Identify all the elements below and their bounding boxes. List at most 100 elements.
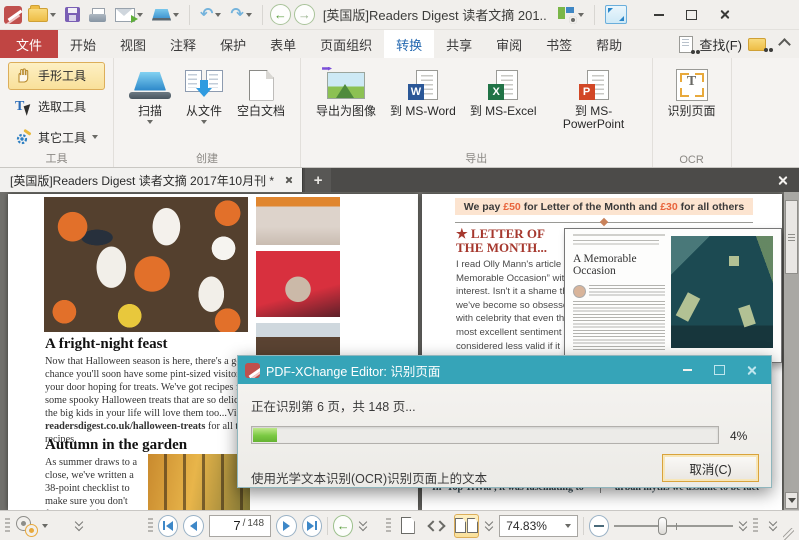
fit-page-button[interactable] [425,514,449,538]
resize-grip[interactable] [783,528,794,540]
dialog-body: 正在识别第 6 页，共 148 页... 4% 使用光学文本识别(OCR)识别页… [238,384,771,487]
chevron-down-icon [201,120,207,124]
undo-button[interactable]: ↶ [197,5,224,25]
save-icon [65,7,80,22]
redo-button[interactable]: ↷ [227,5,254,25]
status-options-gear-icon[interactable] [15,516,37,536]
hand-tool-button[interactable]: 手形工具 [8,62,105,90]
tab-review[interactable]: 审阅 [484,30,534,58]
toolbar-grip[interactable] [753,518,758,534]
history-forward-button[interactable]: → [294,4,315,25]
article-fright-night: A fright-night feast Now that Halloween … [45,336,258,446]
find-in-files-icon[interactable] [748,38,766,51]
chevron-down-icon [147,120,153,124]
history-back-button[interactable]: ← [270,4,291,25]
chevron-down-icon[interactable] [42,524,48,528]
tab-file[interactable]: 文件 [0,30,58,58]
tab-convert[interactable]: 转换 [384,30,434,58]
scrollbar-thumb[interactable] [785,200,798,274]
document-tab-bar: [英国版]Readers Digest 读者文摘 2017年10月刊 * + [0,168,799,192]
to-excel-button[interactable]: X 到 MS-Excel [463,62,544,151]
tab-protect[interactable]: 保护 [208,30,258,58]
close-document-button[interactable] [765,168,799,192]
ocr-page-icon: T [676,69,708,101]
tab-share[interactable]: 共享 [434,30,484,58]
previous-view-button[interactable]: ← [333,515,354,537]
open-folder-icon [28,8,48,22]
close-button[interactable] [710,3,740,27]
letter-of-the-month-heading: ★ LETTER OF THE MONTH... [456,227,547,255]
banner-amount: £50 [503,201,521,213]
dialog-close-button[interactable] [738,360,764,380]
gear-wrench-icon [15,129,32,146]
recognize-pages-button[interactable]: T 识别页面 [661,62,723,151]
blank-document-button[interactable]: 空白文档 [230,62,292,151]
dialog-titlebar[interactable]: PDF-XChange Editor: 识别页面 [238,356,771,384]
tab-form[interactable]: 表单 [258,30,308,58]
cancel-button[interactable]: 取消(C) [662,454,759,482]
tab-close-icon[interactable] [284,176,292,184]
to-powerpoint-button[interactable]: P 到 MS-PowerPoint [544,62,644,151]
titlebar: ↶ ↷ ← → [英国版]Readers Digest 读者文摘 201.. [0,0,799,30]
last-page-button[interactable] [302,515,323,537]
minimize-icon [683,369,692,371]
open-file-button[interactable] [25,6,59,24]
tab-help[interactable]: 帮助 [584,30,634,58]
first-page-button[interactable] [158,515,179,537]
toolbar-grip[interactable] [386,518,391,534]
zoom-slider[interactable] [614,515,732,537]
from-file-button[interactable]: 从文件 [178,62,230,151]
fullscreen-button[interactable] [602,3,630,26]
more-status-chevron[interactable] [768,519,778,532]
select-tool-button[interactable]: T 选取工具 [8,93,105,121]
tab-bookmarks[interactable]: 书签 [534,30,584,58]
to-word-button[interactable]: W 到 MS-Word [383,62,463,151]
scan-create-button[interactable]: 扫描 [122,62,178,151]
toolbar-grip[interactable] [148,518,153,534]
more-zoom-chevron[interactable] [738,519,748,532]
recognize-pages-label: 识别页面 [668,105,716,118]
tab-view[interactable]: 视图 [108,30,158,58]
ribbon-group-ocr: T 识别页面 OCR [653,58,732,167]
save-button[interactable] [62,5,83,24]
single-page-view-button[interactable] [396,514,420,538]
print-button[interactable] [86,6,109,24]
minus-icon [594,525,604,527]
tab-home[interactable]: 开始 [58,30,108,58]
other-tools-button[interactable]: 其它工具 [8,123,105,151]
minimize-button[interactable] [644,3,674,27]
scanner-icon [152,9,171,21]
ribbon-group-tools: 手形工具 T 选取工具 其它工具 工具 [0,58,114,167]
find-in-document-icon[interactable] [679,36,693,53]
scan-button[interactable] [149,7,182,23]
ribbon-group-create: 扫描 从文件 空白文档 创建 [114,58,301,167]
collapse-ribbon-button[interactable] [778,38,791,51]
tab-comment[interactable]: 注释 [158,30,208,58]
redo-icon: ↷ [230,7,243,23]
two-page-view-button[interactable] [454,514,479,538]
previous-page-button[interactable] [183,515,204,537]
vertical-scrollbar[interactable] [784,192,799,510]
scroll-down-button[interactable] [785,492,798,509]
next-page-button[interactable] [276,515,297,537]
maximize-button[interactable] [677,3,707,27]
close-icon [746,365,757,376]
email-button[interactable] [112,6,146,24]
find-label[interactable]: 查找(F) [699,35,742,54]
slider-handle[interactable] [658,517,667,535]
page-number-input[interactable]: 7 / 148 [209,515,271,537]
toolbar-grip[interactable] [5,518,10,534]
document-tab[interactable]: [英国版]Readers Digest 读者文摘 2017年10月刊 * [0,168,303,192]
from-file-icon [185,70,223,100]
export-image-button[interactable]: 导出为图像 [309,62,383,151]
zoom-out-button[interactable] [589,515,610,537]
more-tools-chevron[interactable] [74,519,84,532]
more-view-chevron[interactable] [484,519,494,532]
tab-organize[interactable]: 页面组织 [308,30,384,58]
zoom-select[interactable]: 74.83% [499,515,578,537]
new-tab-button[interactable]: + [305,168,331,192]
dialog-maximize-button[interactable] [706,360,732,380]
dialog-minimize-button[interactable] [674,360,700,380]
session-button[interactable] [555,5,587,24]
more-nav-chevron[interactable] [358,519,368,532]
